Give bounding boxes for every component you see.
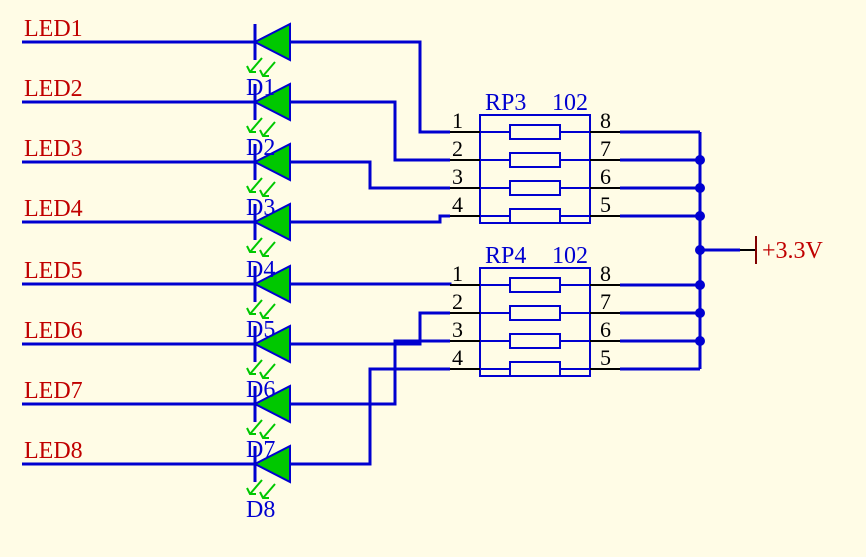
rp4-pin8: 8	[600, 261, 611, 286]
label-rp3-val: 102	[552, 90, 588, 116]
rp3-pin8: 8	[600, 108, 611, 133]
label-d1: D1	[246, 75, 275, 101]
label-rp4-ref: RP4	[485, 243, 526, 269]
label-d4: D4	[246, 257, 275, 283]
power-label: +3.3V	[762, 238, 824, 264]
rp3-pin4: 4	[452, 192, 463, 217]
net-led1: LED1	[24, 16, 83, 42]
net-led7: LED7	[24, 378, 83, 404]
rp3-pin5: 5	[600, 192, 611, 217]
rp4-pin2: 2	[452, 289, 463, 314]
label-d3: D3	[246, 195, 275, 221]
net-led3: LED3	[24, 136, 83, 162]
net-led6: LED6	[24, 318, 83, 344]
rp4-pin5: 5	[600, 345, 611, 370]
diode-d1	[247, 24, 290, 76]
resistor-pack-rp4	[450, 268, 620, 376]
rp3-pin6: 6	[600, 164, 611, 189]
rp3-pin1: 1	[452, 108, 463, 133]
net-led8: LED8	[24, 438, 83, 464]
net-led5: LED5	[24, 258, 83, 284]
label-rp4-val: 102	[552, 243, 588, 269]
rp4-pin7: 7	[600, 289, 611, 314]
rp4-pin6: 6	[600, 317, 611, 342]
label-d8: D8	[246, 497, 275, 523]
net-led4: LED4	[24, 196, 83, 222]
rp4-pin3: 3	[452, 317, 463, 342]
label-d6: D6	[246, 377, 275, 403]
rp3-pin3: 3	[452, 164, 463, 189]
label-d7: D7	[246, 437, 275, 463]
label-d5: D5	[246, 317, 275, 343]
label-d2: D2	[246, 135, 275, 161]
rp3-pin2: 2	[452, 136, 463, 161]
label-rp3-ref: RP3	[485, 90, 526, 116]
resistor-pack-rp3	[450, 115, 620, 223]
rp3-pin7: 7	[600, 136, 611, 161]
power-port	[740, 236, 756, 264]
rp4-pin1: 1	[452, 261, 463, 286]
net-led2: LED2	[24, 76, 83, 102]
rp4-pin4: 4	[452, 345, 463, 370]
